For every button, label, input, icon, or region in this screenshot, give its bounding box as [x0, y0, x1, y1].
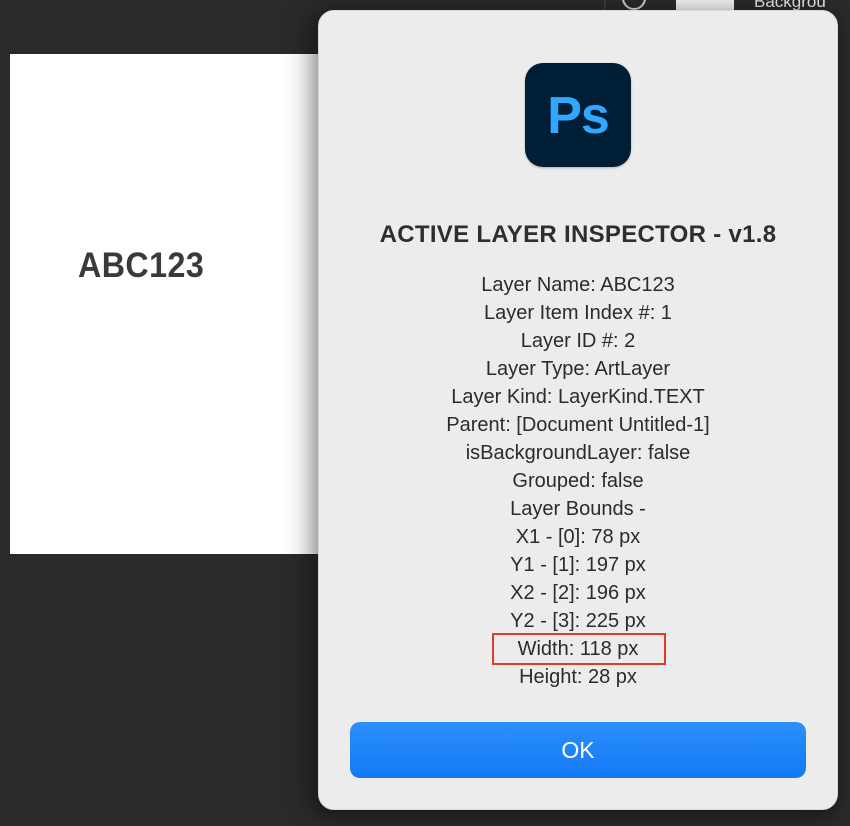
info-line: Y2 - [3]: 225 px [510, 610, 646, 632]
app-icon-label: Ps [547, 87, 610, 145]
canvas-text-layer: ABC123 [78, 246, 205, 285]
width-highlight-box [492, 633, 666, 665]
info-line: Height: 28 px [519, 666, 637, 688]
info-line: Layer Item Index #: 1 [484, 302, 672, 324]
info-line: Layer Bounds - [510, 498, 646, 520]
info-line: Layer Kind: LayerKind.TEXT [451, 386, 705, 408]
info-line: X1 - [0]: 78 px [515, 526, 641, 548]
info-line: Parent: [Document Untitled-1] [446, 414, 710, 436]
layer-info-list: Layer Name: ABC123 Layer Item Index #: 1… [319, 271, 837, 691]
info-line: Layer ID #: 2 [520, 330, 636, 352]
dialog-title: ACTIVE LAYER INSPECTOR - v1.8 [379, 221, 777, 248]
info-line: Grouped: false [512, 470, 644, 492]
document-canvas [10, 54, 340, 554]
info-line: Y1 - [1]: 197 px [510, 554, 646, 576]
ok-button[interactable]: OK [350, 722, 806, 778]
info-line: Layer Name: ABC123 [481, 274, 675, 296]
info-line: X2 - [2]: 196 px [510, 582, 646, 604]
visibility-icon[interactable] [622, 0, 646, 10]
layer-inspector-dialog: Ps ACTIVE LAYER INSPECTOR - v1.8 Layer N… [318, 10, 838, 810]
photoshop-app-icon: Ps [525, 63, 631, 167]
info-line: isBackgroundLayer: false [465, 442, 691, 464]
info-line: Layer Type: ArtLayer [485, 358, 671, 380]
